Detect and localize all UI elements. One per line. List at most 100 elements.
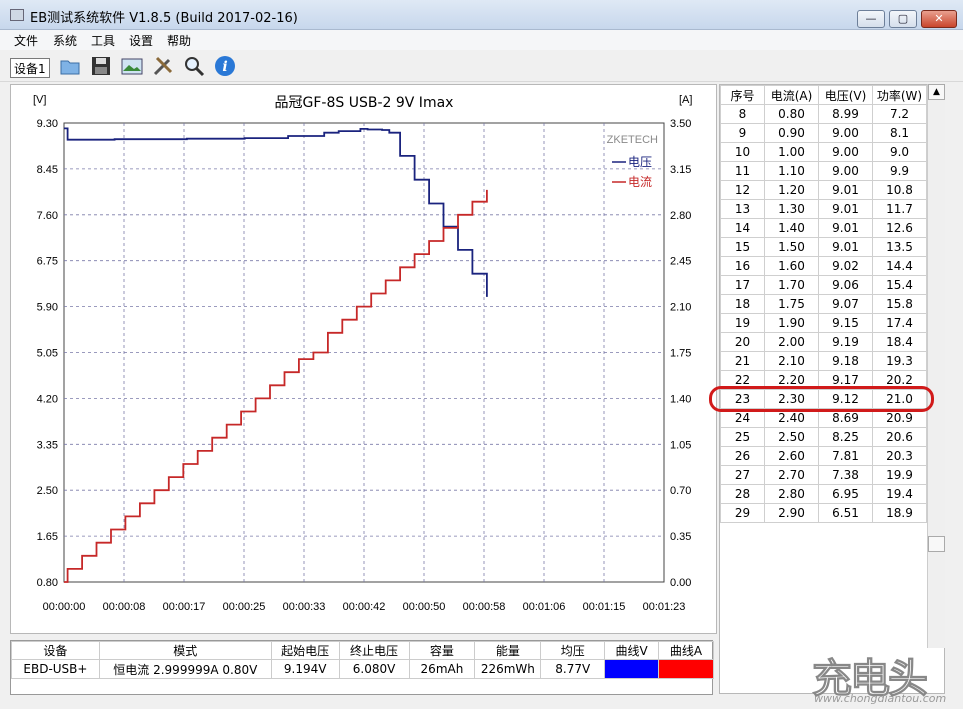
table-cell-voltage: 6.95 xyxy=(818,484,873,504)
left-tick-label: 2.50 xyxy=(37,485,58,497)
sum-head-end-v: 终止电压 xyxy=(338,641,410,660)
sum-end-v: 6.080V xyxy=(338,659,410,679)
table-cell-voltage: 7.81 xyxy=(818,446,873,466)
table-row[interactable]: 20 2.00 9.19 18.4 xyxy=(720,332,927,352)
right-tick-label: 2.10 xyxy=(670,302,691,314)
right-tick-label: 0.35 xyxy=(670,531,691,543)
table-row[interactable]: 17 1.70 9.06 15.4 xyxy=(720,275,927,295)
table-row[interactable]: 21 2.10 9.18 19.3 xyxy=(720,351,927,371)
table-cell-index: 13 xyxy=(720,199,765,219)
table-header-index: 序号 xyxy=(720,85,765,105)
tools-icon[interactable] xyxy=(151,54,175,78)
table-row[interactable]: 26 2.60 7.81 20.3 xyxy=(720,446,927,466)
save-icon[interactable] xyxy=(89,54,113,78)
sum-head-capacity: 容量 xyxy=(408,641,476,660)
table-cell-current: 2.90 xyxy=(764,503,819,523)
table-cell-voltage: 9.01 xyxy=(818,199,873,219)
table-row[interactable]: 15 1.50 9.01 13.5 xyxy=(720,237,927,257)
table-cell-index: 26 xyxy=(720,446,765,466)
summary-table: 设备 模式 起始电压 终止电压 容量 能量 均压 曲线V 曲线A EBD-USB… xyxy=(11,641,714,679)
menu-system[interactable]: 系统 xyxy=(53,32,77,49)
table-header-voltage: 电压(V) xyxy=(818,85,873,105)
menu-help[interactable]: 帮助 xyxy=(167,32,191,49)
x-tick-label: 00:00:42 xyxy=(343,601,386,613)
maximize-button[interactable]: ▢ xyxy=(889,10,917,28)
table-cell-index: 8 xyxy=(720,104,765,124)
table-cell-index: 11 xyxy=(720,161,765,181)
device-selector[interactable]: 设备1 xyxy=(10,58,50,78)
table-cell-index: 25 xyxy=(720,427,765,447)
table-cell-power: 14.4 xyxy=(872,256,927,276)
chart-watermark: ZKETECH xyxy=(607,134,658,146)
table-cell-voltage: 9.01 xyxy=(818,180,873,200)
table-cell-power: 15.4 xyxy=(872,275,927,295)
summary-panel: 设备 模式 起始电压 终止电压 容量 能量 均压 曲线V 曲线A EBD-USB… xyxy=(10,640,714,695)
table-cell-current: 2.00 xyxy=(764,332,819,352)
menu-file[interactable]: 文件 xyxy=(14,32,38,49)
sum-head-curve-a: 曲线A xyxy=(658,641,714,660)
table-row[interactable]: 28 2.80 6.95 19.4 xyxy=(720,484,927,504)
watermark: 充电头 www.chongdiantou.com xyxy=(812,646,962,708)
folder-icon[interactable] xyxy=(58,54,82,78)
app-icon xyxy=(10,9,24,21)
table-cell-power: 13.5 xyxy=(872,237,927,257)
table-cell-current: 1.75 xyxy=(764,294,819,314)
left-tick-label: 4.20 xyxy=(37,393,58,405)
table-cell-power: 18.9 xyxy=(872,503,927,523)
sum-mode: 恒电流 2.999999A 0.80V xyxy=(98,659,272,679)
table-cell-index: 18 xyxy=(720,294,765,314)
scroll-up-icon[interactable]: ▲ xyxy=(928,84,945,100)
right-tick-label: 3.15 xyxy=(670,164,691,176)
x-tick-label: 00:00:08 xyxy=(103,601,146,613)
minimize-button[interactable]: — xyxy=(857,10,885,28)
table-cell-current: 2.70 xyxy=(764,465,819,485)
table-row[interactable]: 8 0.80 8.99 7.2 xyxy=(720,104,927,124)
table-cell-voltage: 9.02 xyxy=(818,256,873,276)
zoom-icon[interactable] xyxy=(182,54,206,78)
x-tick-label: 00:00:17 xyxy=(163,601,206,613)
table-row[interactable]: 16 1.60 9.02 14.4 xyxy=(720,256,927,276)
sum-head-start-v: 起始电压 xyxy=(270,641,340,660)
table-cell-index: 17 xyxy=(720,275,765,295)
table-cell-power: 9.9 xyxy=(872,161,927,181)
table-row[interactable]: 29 2.90 6.51 18.9 xyxy=(720,503,927,523)
table-row[interactable]: 27 2.70 7.38 19.9 xyxy=(720,465,927,485)
right-tick-label: 1.40 xyxy=(670,393,691,405)
watermark-url: www.chongdiantou.com xyxy=(814,692,947,705)
table-cell-voltage: 9.00 xyxy=(818,142,873,162)
menu-tools[interactable]: 工具 xyxy=(91,32,115,49)
table-cell-voltage: 8.25 xyxy=(818,427,873,447)
table-row[interactable]: 14 1.40 9.01 12.6 xyxy=(720,218,927,238)
sum-energy: 226mWh xyxy=(474,659,542,679)
info-icon[interactable]: i xyxy=(213,54,237,78)
table-row[interactable]: 13 1.30 9.01 11.7 xyxy=(720,199,927,219)
table-row[interactable]: 11 1.10 9.00 9.9 xyxy=(720,161,927,181)
left-tick-label: 0.80 xyxy=(37,577,58,589)
x-tick-label: 00:01:06 xyxy=(523,601,566,613)
right-tick-label: 0.70 xyxy=(670,485,691,497)
table-row[interactable]: 25 2.50 8.25 20.6 xyxy=(720,427,927,447)
right-tick-label: 2.80 xyxy=(670,210,691,222)
scroll-thumb[interactable] xyxy=(928,536,945,552)
right-tick-label: 1.05 xyxy=(670,439,691,451)
close-button[interactable]: ✕ xyxy=(921,10,957,28)
table-row[interactable]: 18 1.75 9.07 15.8 xyxy=(720,294,927,314)
left-tick-label: 6.75 xyxy=(37,256,58,268)
table-row[interactable]: 19 1.90 9.15 17.4 xyxy=(720,313,927,333)
table-row[interactable]: 9 0.90 9.00 8.1 xyxy=(720,123,927,143)
table-row[interactable]: 10 1.00 9.00 9.0 xyxy=(720,142,927,162)
curve-a-swatch[interactable] xyxy=(658,659,714,679)
curve-v-swatch[interactable] xyxy=(604,659,660,679)
image-icon[interactable] xyxy=(120,54,144,78)
table-cell-voltage: 8.99 xyxy=(818,104,873,124)
table-scrollbar[interactable] xyxy=(927,84,945,648)
table-cell-voltage: 9.01 xyxy=(818,218,873,238)
legend-label: 电压 xyxy=(628,155,652,169)
menu-settings[interactable]: 设置 xyxy=(129,32,153,49)
sum-head-device: 设备 xyxy=(11,641,100,660)
table-cell-current: 1.30 xyxy=(764,199,819,219)
table-row[interactable]: 12 1.20 9.01 10.8 xyxy=(720,180,927,200)
left-tick-label: 5.05 xyxy=(37,348,58,360)
right-unit-label: [A] xyxy=(679,94,692,106)
table-cell-index: 14 xyxy=(720,218,765,238)
